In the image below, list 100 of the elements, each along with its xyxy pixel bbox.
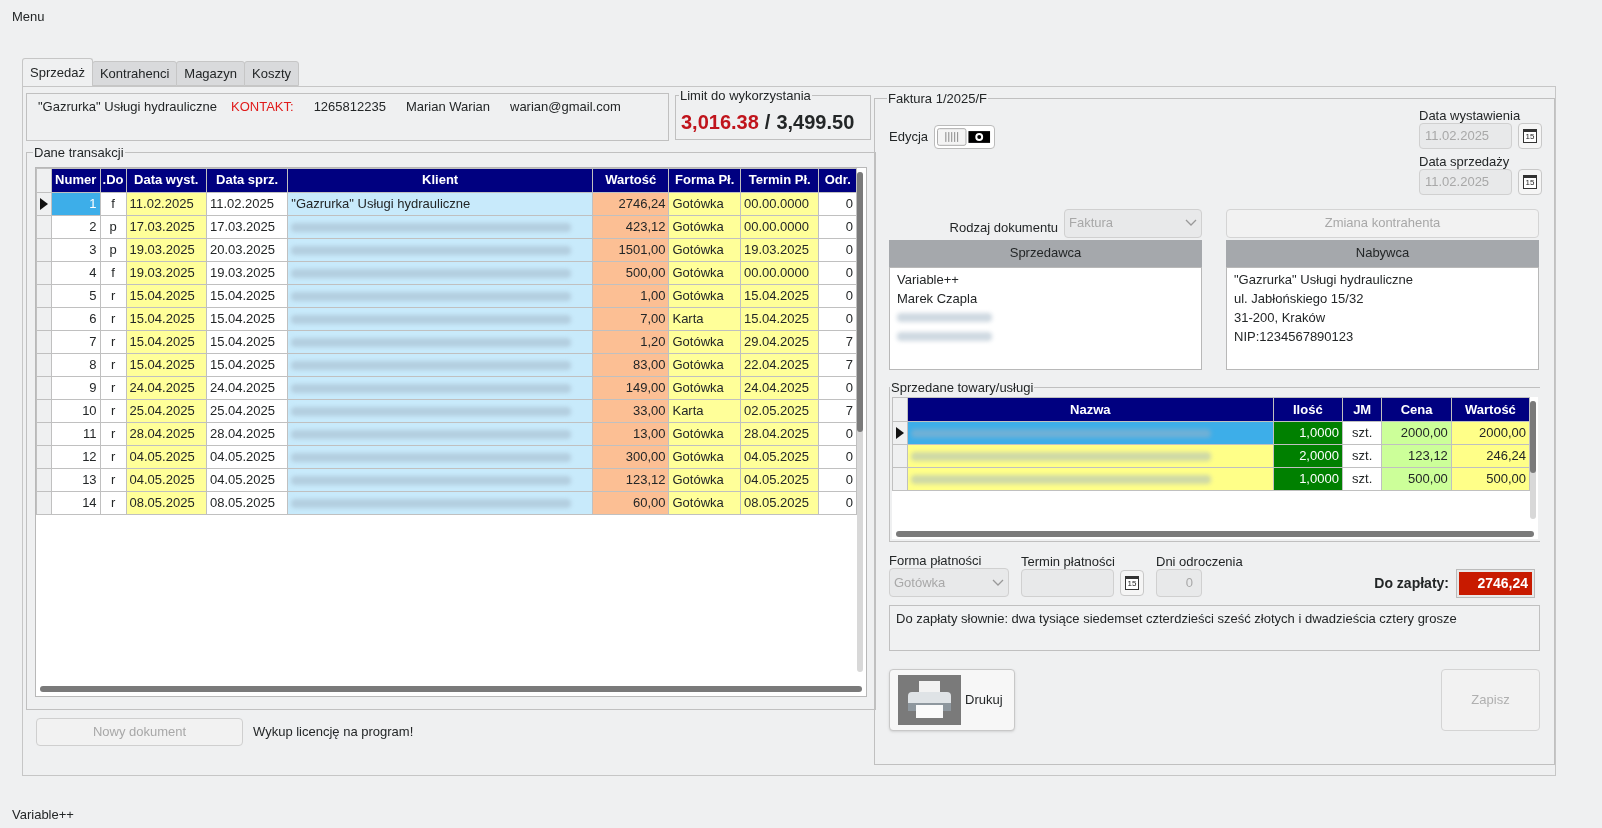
- table-cell: r: [100, 376, 127, 399]
- calendar-icon: 15: [1523, 128, 1537, 143]
- vertical-scrollbar[interactable]: [1530, 401, 1536, 519]
- address-line: ul. Jabłońskiego 15/32: [1234, 289, 1365, 308]
- column-header[interactable]: Nazwa: [907, 397, 1274, 422]
- table-cell: 17.03.2025: [206, 215, 288, 238]
- table-cell: 11: [51, 422, 101, 445]
- table-cell: 5: [51, 284, 101, 307]
- table-cell: 11.02.2025: [206, 192, 288, 215]
- column-header[interactable]: Data sprz.: [206, 168, 288, 192]
- table-cell: 04.05.2025: [206, 445, 288, 468]
- edit-toggle[interactable]: [934, 124, 996, 149]
- table-cell: r: [100, 491, 127, 514]
- table-cell: 0: [818, 215, 857, 238]
- table-cell: 15.04.2025: [206, 353, 288, 376]
- caret-icon: [1185, 219, 1197, 227]
- address-line: Marek Czapla: [897, 289, 979, 308]
- table-cell: 10: [51, 399, 101, 422]
- table-cell: 20.03.2025: [206, 238, 288, 261]
- table-cell: 15.04.2025: [206, 307, 288, 330]
- contact-person: Marian Warian: [405, 98, 490, 116]
- field-label: Dni odroczenia: [1156, 555, 1243, 569]
- table-cell: szt.: [1342, 444, 1382, 468]
- document-type-label: Rodzaj dokumentu: [949, 219, 1058, 237]
- group-title: Faktura 1/2025/F: [887, 90, 988, 108]
- toggle-thumb-icon: [937, 127, 993, 146]
- horizontal-scrollbar[interactable]: [896, 531, 1534, 537]
- date-label: Data sprzedaży: [1419, 154, 1511, 169]
- column-header[interactable]: Klient: [287, 168, 593, 192]
- contact-label: KONTAKT:: [231, 98, 294, 116]
- address-line: Variable++: [897, 270, 960, 289]
- current-row-icon: [896, 427, 904, 439]
- table-cell: 0: [818, 261, 857, 284]
- edit-label: Edycja: [889, 127, 929, 146]
- column-header[interactable]: Termin Pł.: [740, 168, 819, 192]
- print-button[interactable]: Drukuj: [889, 669, 1015, 731]
- total-label: Do zapłaty:: [1374, 574, 1449, 593]
- column-header[interactable]: Wartość: [1451, 397, 1530, 422]
- table-cell: 4: [51, 261, 101, 284]
- email-address: warian@gmail.com: [510, 98, 621, 116]
- row-indicator[interactable]: [36, 192, 52, 215]
- table-cell: szt.: [1342, 421, 1382, 445]
- group-title: Limit do wykorzystania: [679, 87, 812, 105]
- table-cell: 0: [818, 468, 857, 491]
- license-note: Wykup licencję na program!: [253, 723, 414, 742]
- limit-total: 3,499.50: [776, 110, 855, 136]
- column-header[interactable]: JM: [1342, 397, 1382, 422]
- table-cell: p: [100, 215, 127, 238]
- table-cell: 8: [51, 353, 101, 376]
- table-cell: 0: [818, 445, 857, 468]
- table-cell: 9: [51, 376, 101, 399]
- table-cell: szt.: [1342, 467, 1382, 491]
- table-cell: 12: [51, 445, 101, 468]
- table-cell: 0: [818, 422, 857, 445]
- column-header[interactable]: .Do: [100, 168, 127, 192]
- table-cell: 25.04.2025: [206, 399, 288, 422]
- tab[interactable]: Sprzedaż: [22, 58, 93, 86]
- company-name: "Gazrurka" Usługi hydrauliczne: [38, 98, 218, 116]
- total-amount: 2746,24: [1457, 570, 1534, 597]
- status-bar-text: Variable++: [12, 806, 74, 825]
- caret-icon: [992, 578, 1004, 587]
- table-cell: r: [100, 353, 127, 376]
- table-cell: 15.04.2025: [206, 284, 288, 307]
- column-header[interactable]: Ilość: [1273, 397, 1343, 422]
- table-cell: 24.04.2025: [206, 376, 288, 399]
- column-header[interactable]: Forma Pł.: [668, 168, 741, 192]
- party-header: Sprzedawca: [889, 239, 1202, 267]
- tab[interactable]: Koszty: [244, 61, 300, 86]
- party-header: Nabywca: [1226, 239, 1539, 267]
- table-cell: 0: [818, 376, 857, 399]
- column-header[interactable]: Cena: [1381, 397, 1452, 422]
- column-header[interactable]: Odr.: [818, 168, 857, 192]
- table-cell: r: [100, 307, 127, 330]
- table-cell: 15.04.2025: [206, 330, 288, 353]
- menu-item[interactable]: Menu: [12, 7, 45, 27]
- table-cell: r: [100, 399, 127, 422]
- table-cell: 7: [818, 399, 857, 422]
- limit-used: 3,016.38: [681, 110, 759, 136]
- row-indicator[interactable]: [892, 421, 908, 445]
- table-cell: f: [100, 261, 127, 284]
- column-header[interactable]: Numer: [51, 168, 101, 192]
- vertical-scrollbar[interactable]: [857, 171, 863, 672]
- table-cell: 13: [51, 468, 101, 491]
- table-cell: 0: [818, 238, 857, 261]
- table-cell: p: [100, 238, 127, 261]
- column-header[interactable]: Wartość: [592, 168, 669, 192]
- table-cell: 08.05.2025: [206, 491, 288, 514]
- table-cell: r: [100, 284, 127, 307]
- limit-separator: /: [764, 110, 771, 136]
- group-title: Dane transakcji: [33, 144, 125, 162]
- table-cell: r: [100, 468, 127, 491]
- table-cell: 0: [818, 192, 857, 215]
- table-cell: 6: [51, 307, 101, 330]
- calendar-icon: 15: [1125, 576, 1139, 590]
- tab[interactable]: Kontrahenci: [91, 61, 178, 86]
- horizontal-scrollbar[interactable]: [40, 685, 862, 692]
- table-cell: 14: [51, 491, 101, 514]
- column-header[interactable]: Data wyst.: [126, 168, 207, 192]
- address-line: NIP:1234567890123: [1234, 327, 1355, 346]
- tab[interactable]: Magazyn: [176, 61, 246, 86]
